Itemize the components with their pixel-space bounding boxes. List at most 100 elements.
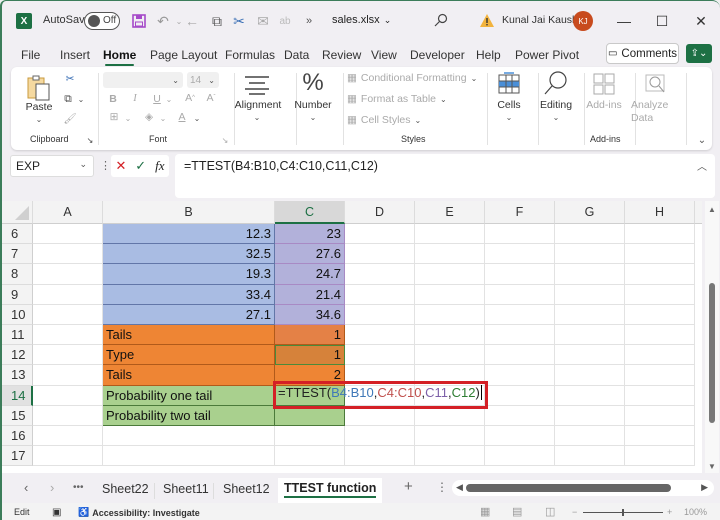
horizontal-scroll-thumb[interactable]: [466, 484, 671, 492]
cell-b12[interactable]: Type: [103, 345, 275, 366]
cell-c7[interactable]: 27.6: [275, 244, 345, 265]
autosave-toggle[interactable]: Off: [84, 12, 120, 30]
collapse-formula-bar-icon[interactable]: ︿: [697, 158, 707, 173]
borders-dropdown-icon[interactable]: ⌄: [124, 114, 132, 123]
cell-c17[interactable]: [275, 446, 345, 467]
scroll-left-icon[interactable]: ◀: [456, 482, 463, 493]
cell-h13[interactable]: [625, 365, 695, 386]
cell-b13[interactable]: Tails: [103, 365, 275, 386]
cell-f7[interactable]: [485, 244, 555, 265]
cell-a7[interactable]: [33, 244, 103, 265]
editing-cell-c14[interactable]: =TTEST(B4:B10,C4:C10,C11,C12): [273, 381, 488, 409]
vertical-scrollbar[interactable]: ▲ ▼: [705, 201, 719, 473]
cell-g15[interactable]: [555, 405, 625, 426]
cell-e11[interactable]: [415, 325, 485, 346]
accessibility-button[interactable]: ♿ Accessibility: Investigate: [78, 507, 200, 518]
cut-icon[interactable]: ✂: [230, 12, 248, 30]
ribbon-expand-icon[interactable]: ⌄: [697, 135, 707, 146]
zoom-slider-thumb[interactable]: [622, 509, 624, 516]
tab-power-pivot[interactable]: Power Pivot: [515, 48, 579, 62]
cell-styles-button[interactable]: ▦ Cell Styles ⌄: [347, 114, 421, 126]
add-sheet-button[interactable]: +: [404, 478, 413, 495]
cell-d6[interactable]: [345, 224, 415, 245]
alignment-dropdown-icon[interactable]: ⌄: [251, 113, 263, 122]
cell-g14[interactable]: [555, 385, 625, 406]
decrease-font-icon[interactable]: Aˇ: [204, 92, 218, 104]
cell-h6[interactable]: [625, 224, 695, 245]
formula-bar-grip-icon[interactable]: ⋮: [100, 159, 111, 172]
fill-dropdown-icon[interactable]: ⌄: [159, 114, 167, 123]
cell-f16[interactable]: [485, 426, 555, 447]
cell-b15[interactable]: Probability two tail: [103, 405, 275, 426]
file-name[interactable]: sales.xlsx ⌄: [332, 14, 391, 26]
font-launcher-icon[interactable]: ↘: [220, 135, 230, 145]
editing-dropdown-icon[interactable]: ⌄: [550, 113, 562, 122]
cell-a9[interactable]: [33, 284, 103, 305]
copy-dropdown-icon[interactable]: ⌄: [77, 95, 85, 104]
enter-icon[interactable]: ✓: [135, 158, 146, 174]
close-icon[interactable]: ✕: [691, 11, 711, 31]
normal-view-icon[interactable]: ▦: [480, 505, 490, 518]
column-header-e[interactable]: E: [415, 201, 485, 224]
cell-g16[interactable]: [555, 426, 625, 447]
cell-d11[interactable]: [345, 325, 415, 346]
column-header-h[interactable]: H: [625, 201, 695, 224]
cell-c8[interactable]: 24.7: [275, 264, 345, 285]
cell-b10[interactable]: 27.1: [103, 304, 275, 325]
paste-label[interactable]: Paste: [25, 101, 53, 113]
column-header-c[interactable]: C: [275, 201, 345, 224]
cell-f8[interactable]: [485, 264, 555, 285]
warning-icon[interactable]: [478, 11, 496, 29]
row-header-8[interactable]: 8: [2, 264, 33, 285]
cell-g17[interactable]: [555, 446, 625, 467]
maximize-icon[interactable]: ☐: [652, 11, 672, 31]
page-layout-view-icon[interactable]: ▤: [512, 505, 522, 518]
cell-b6[interactable]: 12.3: [103, 224, 275, 245]
row-header-9[interactable]: 9: [2, 284, 33, 305]
more-commands-icon[interactable]: »: [300, 12, 318, 30]
tab-file[interactable]: File: [21, 48, 40, 62]
cell-a6[interactable]: [33, 224, 103, 245]
cell-c12[interactable]: 1: [275, 345, 345, 366]
sheet-tab-sheet22[interactable]: Sheet22: [102, 482, 149, 496]
next-sheet-icon[interactable]: ›: [50, 480, 54, 495]
sheet-tab-ttest-function[interactable]: TTEST function: [278, 478, 383, 503]
in-cell-formula[interactable]: =TTEST(B4:B10,C4:C10,C11,C12): [278, 385, 486, 400]
save-icon[interactable]: [130, 12, 148, 30]
column-header-g[interactable]: G: [555, 201, 625, 224]
cell-c16[interactable]: [275, 426, 345, 447]
tab-insert[interactable]: Insert: [60, 48, 90, 62]
cell-h15[interactable]: [625, 405, 695, 426]
cells-dropdown-icon[interactable]: ⌄: [503, 113, 515, 122]
increase-font-icon[interactable]: A ^: [183, 92, 197, 104]
fill-color-icon[interactable]: ◈: [142, 111, 156, 123]
column-header-d[interactable]: D: [345, 201, 415, 224]
addins-label[interactable]: Add-ins: [583, 99, 625, 111]
cell-a17[interactable]: [33, 446, 103, 467]
percent-icon[interactable]: %: [299, 69, 327, 97]
cell-h9[interactable]: [625, 284, 695, 305]
cell-b11[interactable]: Tails: [103, 325, 275, 346]
clipboard-icon[interactable]: ⧉: [208, 12, 226, 30]
row-header-11[interactable]: 11: [2, 325, 33, 346]
font-size-select[interactable]: 14 ⌄: [187, 72, 219, 88]
cell-h10[interactable]: [625, 304, 695, 325]
cell-c6[interactable]: 23: [275, 224, 345, 245]
zoom-in-button[interactable]: +: [667, 507, 672, 517]
vertical-scroll-thumb[interactable]: [709, 283, 715, 423]
cell-b14[interactable]: Probability one tail: [103, 385, 275, 406]
avatar[interactable]: KJ: [573, 11, 593, 31]
copy-icon[interactable]: ⧉: [61, 92, 75, 106]
cell-d8[interactable]: [345, 264, 415, 285]
chevron-down-icon[interactable]: ⌄: [79, 159, 87, 170]
page-break-view-icon[interactable]: ◫: [545, 505, 555, 518]
cell-a16[interactable]: [33, 426, 103, 447]
name-box[interactable]: EXP ⌄: [10, 155, 94, 177]
underline-button[interactable]: U: [151, 93, 163, 105]
cut-icon[interactable]: ✂: [63, 72, 77, 86]
cell-g10[interactable]: [555, 304, 625, 325]
cell-a10[interactable]: [33, 304, 103, 325]
cell-b7[interactable]: 32.5: [103, 244, 275, 265]
row-header-16[interactable]: 16: [2, 426, 33, 447]
zoom-slider[interactable]: [583, 509, 663, 516]
